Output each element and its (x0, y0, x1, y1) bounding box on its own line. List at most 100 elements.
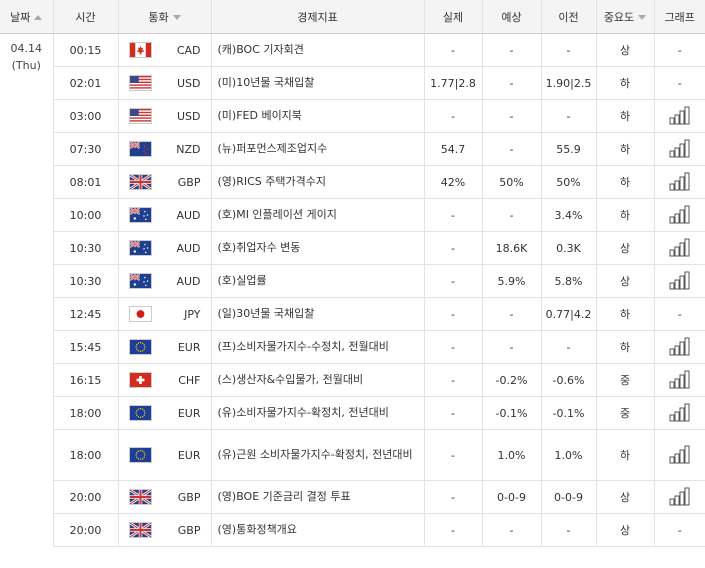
previous-cell: 50% (541, 165, 597, 199)
bar-chart-icon[interactable] (669, 237, 691, 257)
indicator-cell[interactable]: (영)BOE 기준금리 결정 투표 (211, 480, 425, 514)
graph-cell: - (654, 33, 705, 67)
graph-cell (654, 231, 705, 265)
currency-cell: USD (118, 66, 212, 100)
currency-code: AUD (176, 208, 201, 222)
bar-chart-icon[interactable] (669, 138, 691, 158)
importance-cell: 하 (596, 132, 655, 166)
time-cell: 10:30 (53, 231, 119, 265)
bar-chart-icon[interactable] (669, 336, 691, 356)
time-cell: 10:30 (53, 264, 119, 298)
indicator-cell[interactable]: (호)MI 인플레이션 게이지 (211, 198, 425, 232)
time-cell: 07:30 (53, 132, 119, 166)
currency-code: AUD (176, 274, 201, 288)
currency-code: GBP (177, 523, 201, 537)
usa-flag-icon (128, 108, 152, 124)
time-cell: 20:00 (53, 513, 119, 547)
actual-cell: - (424, 33, 483, 67)
time-cell: 02:01 (53, 66, 119, 100)
time-cell: 00:15 (53, 33, 119, 67)
currency-code: NZD (176, 142, 201, 156)
eu-flag-icon (128, 447, 152, 463)
bar-chart-icon[interactable] (669, 105, 691, 125)
table-row: 20:00 GBP (영)BOE 기준금리 결정 투표 -0-0-9 0-0-9 상 (0, 480, 705, 514)
indicator-cell[interactable]: (프)소비자물가지수-수정치, 전월대비 (211, 330, 425, 364)
previous-cell: 1.90|2.5 (541, 66, 597, 100)
bar-chart-icon[interactable] (669, 270, 691, 290)
forecast-column-header: 예상 (482, 0, 542, 34)
forecast-cell: 0-0-9 (482, 480, 542, 514)
indicator-cell[interactable]: (캐)BOC 기자회견 (211, 33, 425, 67)
currency-code: CAD (176, 43, 201, 57)
currency-code: USD (176, 109, 201, 123)
indicator-cell[interactable]: (호)취업자수 변동 (211, 231, 425, 265)
bar-chart-icon[interactable] (669, 444, 691, 464)
previous-cell: - (541, 330, 597, 364)
forecast-cell: 50% (482, 165, 542, 199)
graph-column-header: 그래프 (654, 0, 705, 34)
currency-cell: EUR (118, 429, 212, 481)
economic-calendar-table: 날짜 시간 통화 경제지표 실제 예상 이전 중요도 그래프 04.14 (Thu… (0, 0, 705, 547)
table-row: 15:45 EUR (프)소비자물가지수-수정치, 전월대비 - - - 하 (0, 330, 705, 364)
importance-cell: 하 (596, 297, 655, 331)
eu-flag-icon (128, 339, 152, 355)
table-row: 07:30 NZD (뉴)퍼포먼스제조업지수 54.7-55.9 하 (0, 132, 705, 166)
indicator-cell[interactable]: (호)실업률 (211, 264, 425, 298)
graph-cell (654, 396, 705, 430)
bar-chart-icon[interactable] (669, 204, 691, 224)
graph-cell (654, 480, 705, 514)
currency-cell: GBP (118, 513, 212, 547)
indicator-cell[interactable]: (일)30년물 국채입찰 (211, 297, 425, 331)
indicator-cell[interactable]: (영)RICS 주택가격수지 (211, 165, 425, 199)
previous-cell: 0-0-9 (541, 480, 597, 514)
indicator-cell[interactable]: (미)FED 베이지북 (211, 99, 425, 133)
date-column-header[interactable]: 날짜 (0, 0, 54, 34)
indicator-cell[interactable]: (영)통화정책개요 (211, 513, 425, 547)
bar-chart-icon[interactable] (669, 369, 691, 389)
time-cell: 16:15 (53, 363, 119, 397)
actual-cell: 42% (424, 165, 483, 199)
bar-chart-icon[interactable] (669, 402, 691, 422)
graph-cell: - (654, 66, 705, 100)
date-label: 04.14 (10, 42, 43, 55)
previous-cell: - (541, 513, 597, 547)
currency-column-header[interactable]: 통화 (118, 0, 212, 34)
actual-cell: - (424, 231, 483, 265)
indicator-cell[interactable]: (유)소비자물가지수-확정치, 전년대비 (211, 396, 425, 430)
currency-cell: EUR (118, 330, 212, 364)
previous-cell: 5.8% (541, 264, 597, 298)
graph-cell: - (654, 297, 705, 331)
previous-column-header: 이전 (541, 0, 597, 34)
importance-cell: 상 (596, 480, 655, 514)
previous-cell: 1.0% (541, 429, 597, 481)
table-row: 20:00 GBP (영)통화정책개요 - - - 상 - (0, 513, 705, 547)
time-cell: 08:01 (53, 165, 119, 199)
forecast-cell: 18.6K (482, 231, 542, 265)
currency-cell: GBP (118, 480, 212, 514)
table-row: 16:15 CHF (스)생산자&수입물가, 전월대비 - -0.2% -0.6% 중 (0, 363, 705, 397)
table-row: 12:45 JPY (일)30년물 국채입찰 - -0.77|4.2 하 - (0, 297, 705, 331)
graph-cell (654, 330, 705, 364)
forecast-cell: - (482, 297, 542, 331)
currency-cell: USD (118, 99, 212, 133)
currency-cell: GBP (118, 165, 212, 199)
importance-cell: 상 (596, 264, 655, 298)
actual-cell: 1.77|2.8 (424, 66, 483, 100)
currency-code: CHF (178, 373, 201, 387)
currency-code: EUR (177, 448, 201, 462)
indicator-cell[interactable]: (유)근원 소비자물가지수-확정치, 전년대비 (211, 429, 425, 481)
table-row: 08:01 GBP (영)RICS 주택가격수지 42% 50% 50% 하 (0, 165, 705, 199)
uk-flag-icon (128, 174, 152, 190)
importance-cell: 하 (596, 99, 655, 133)
bar-chart-icon[interactable] (669, 486, 691, 506)
currency-code: EUR (177, 406, 201, 420)
indicator-cell[interactable]: (미)10년물 국채입찰 (211, 66, 425, 100)
graph-cell (654, 198, 705, 232)
currency-code: AUD (176, 241, 201, 255)
indicator-cell[interactable]: (뉴)퍼포먼스제조업지수 (211, 132, 425, 166)
bar-chart-icon[interactable] (669, 171, 691, 191)
actual-cell: - (424, 429, 483, 481)
importance-column-header[interactable]: 중요도 (596, 0, 655, 34)
previous-cell: 55.9 (541, 132, 597, 166)
indicator-cell[interactable]: (스)생산자&수입물가, 전월대비 (211, 363, 425, 397)
